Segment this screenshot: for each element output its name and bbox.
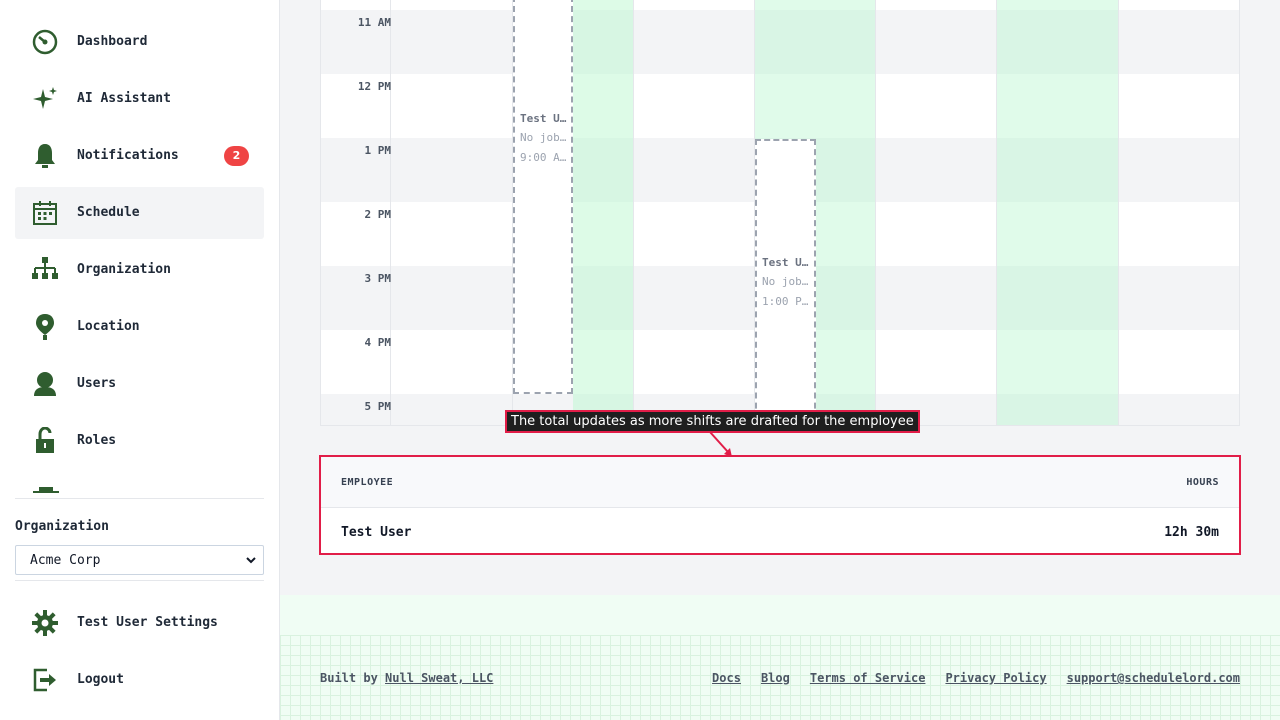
shift-job: No job… bbox=[520, 131, 567, 144]
sparkle-icon bbox=[33, 87, 57, 109]
sidebar-item-partial bbox=[33, 487, 59, 493]
footer-credit-link[interactable]: Null Sweat, LLC bbox=[385, 671, 493, 685]
chevron-down-icon bbox=[246, 557, 256, 564]
shift-time: 1:00 P… bbox=[762, 295, 809, 308]
user-icon bbox=[34, 372, 56, 396]
sidebar-item-label: Users bbox=[77, 376, 117, 391]
sidebar-item-schedule[interactable]: Schedule bbox=[15, 187, 264, 239]
footer-link-docs[interactable]: Docs bbox=[712, 671, 741, 685]
sidebar-item-label: Schedule bbox=[77, 205, 140, 220]
shift-employee: Test U… bbox=[762, 256, 809, 269]
draft-shift-block[interactable]: Test U… No job… 9:00 A… bbox=[513, 0, 573, 394]
column-divider bbox=[633, 0, 634, 425]
footer-link-support-email[interactable]: support@schedulelord.com bbox=[1067, 671, 1240, 685]
divider bbox=[15, 580, 264, 581]
sidebar-item-label: Logout bbox=[77, 672, 124, 687]
table-cell-hours: 12h 30m bbox=[1164, 525, 1219, 540]
time-label: 5 PM bbox=[364, 400, 392, 413]
sidebar-item-organization[interactable]: Organization bbox=[15, 244, 264, 296]
footer-band bbox=[280, 595, 1280, 635]
bell-icon bbox=[35, 144, 55, 168]
time-label: 12 PM bbox=[357, 80, 391, 93]
location-pin-icon bbox=[36, 314, 54, 340]
sidebar-item-ai-assistant[interactable]: AI Assistant bbox=[15, 73, 264, 125]
sidebar-item-settings[interactable]: Test User Settings bbox=[15, 597, 264, 649]
dashboard-icon bbox=[32, 29, 58, 55]
sidebar-item-users[interactable]: Users bbox=[15, 358, 264, 410]
footer-link-blog[interactable]: Blog bbox=[761, 671, 790, 685]
notification-badge: 2 bbox=[224, 146, 249, 166]
footer-credit-prefix: Built by bbox=[320, 671, 378, 685]
footer-credit: Built by Null Sweat, LLC bbox=[320, 671, 493, 685]
lock-icon bbox=[36, 427, 54, 453]
sidebar-item-notifications[interactable]: Notifications 2 bbox=[15, 130, 264, 182]
sidebar-item-logout[interactable]: Logout bbox=[15, 654, 264, 706]
shift-employee: Test U… bbox=[520, 112, 567, 125]
day-column-highlight bbox=[997, 0, 1118, 425]
schedule-calendar: 11 AM 12 PM 1 PM 2 PM 3 PM 4 PM 5 PM Tes… bbox=[320, 0, 1240, 426]
shift-job: No job… bbox=[762, 275, 809, 288]
column-header-hours: HOURS bbox=[1186, 477, 1219, 488]
organization-select[interactable]: Acme Corp bbox=[15, 545, 264, 575]
draft-shift-block[interactable]: Test U… No job… 1:00 P… bbox=[755, 139, 816, 425]
sidebar-item-label: Roles bbox=[77, 433, 117, 448]
column-divider bbox=[996, 0, 997, 425]
time-label: 11 AM bbox=[357, 16, 391, 29]
gear-icon bbox=[32, 610, 58, 636]
time-label: 4 PM bbox=[364, 336, 392, 349]
sidebar-item-roles[interactable]: Roles bbox=[15, 415, 264, 467]
sidebar-item-label: Location bbox=[77, 319, 140, 334]
sidebar-item-dashboard[interactable]: Dashboard bbox=[15, 16, 264, 68]
column-divider bbox=[1118, 0, 1119, 425]
calendar-icon bbox=[33, 201, 57, 225]
shift-time: 9:00 A… bbox=[520, 151, 567, 164]
sidebar-item-label: AI Assistant bbox=[77, 91, 171, 106]
time-label: 1 PM bbox=[364, 144, 392, 157]
organization-label: Organization bbox=[15, 519, 109, 534]
column-divider bbox=[875, 0, 876, 425]
footer-links: Docs Blog Terms of Service Privacy Polic… bbox=[712, 671, 1240, 685]
table-cell-employee: Test User bbox=[341, 525, 412, 540]
sidebar-item-label: Notifications bbox=[77, 148, 179, 163]
footer-link-terms[interactable]: Terms of Service bbox=[810, 671, 926, 685]
sidebar-item-label: Dashboard bbox=[77, 34, 148, 49]
org-chart-icon bbox=[32, 257, 58, 279]
sidebar-item-location[interactable]: Location bbox=[15, 301, 264, 353]
day-column-highlight bbox=[573, 0, 633, 425]
organization-select-value: Acme Corp bbox=[30, 552, 101, 568]
column-header-employee: EMPLOYEE bbox=[341, 477, 394, 488]
time-label: 3 PM bbox=[364, 272, 392, 285]
sidebar-item-label: Test User Settings bbox=[77, 615, 218, 630]
divider bbox=[15, 498, 264, 499]
table-header: EMPLOYEE HOURS bbox=[321, 457, 1239, 508]
sidebar: Dashboard AI Assistant Notifications 2 S… bbox=[0, 0, 280, 720]
logout-icon bbox=[33, 668, 56, 692]
time-label: 2 PM bbox=[364, 208, 392, 221]
sidebar-item-label: Organization bbox=[77, 262, 171, 277]
footer-link-privacy[interactable]: Privacy Policy bbox=[945, 671, 1046, 685]
footer: Built by Null Sweat, LLC Docs Blog Terms… bbox=[280, 595, 1280, 720]
employee-hours-table: EMPLOYEE HOURS Test User 12h 30m bbox=[319, 455, 1241, 555]
